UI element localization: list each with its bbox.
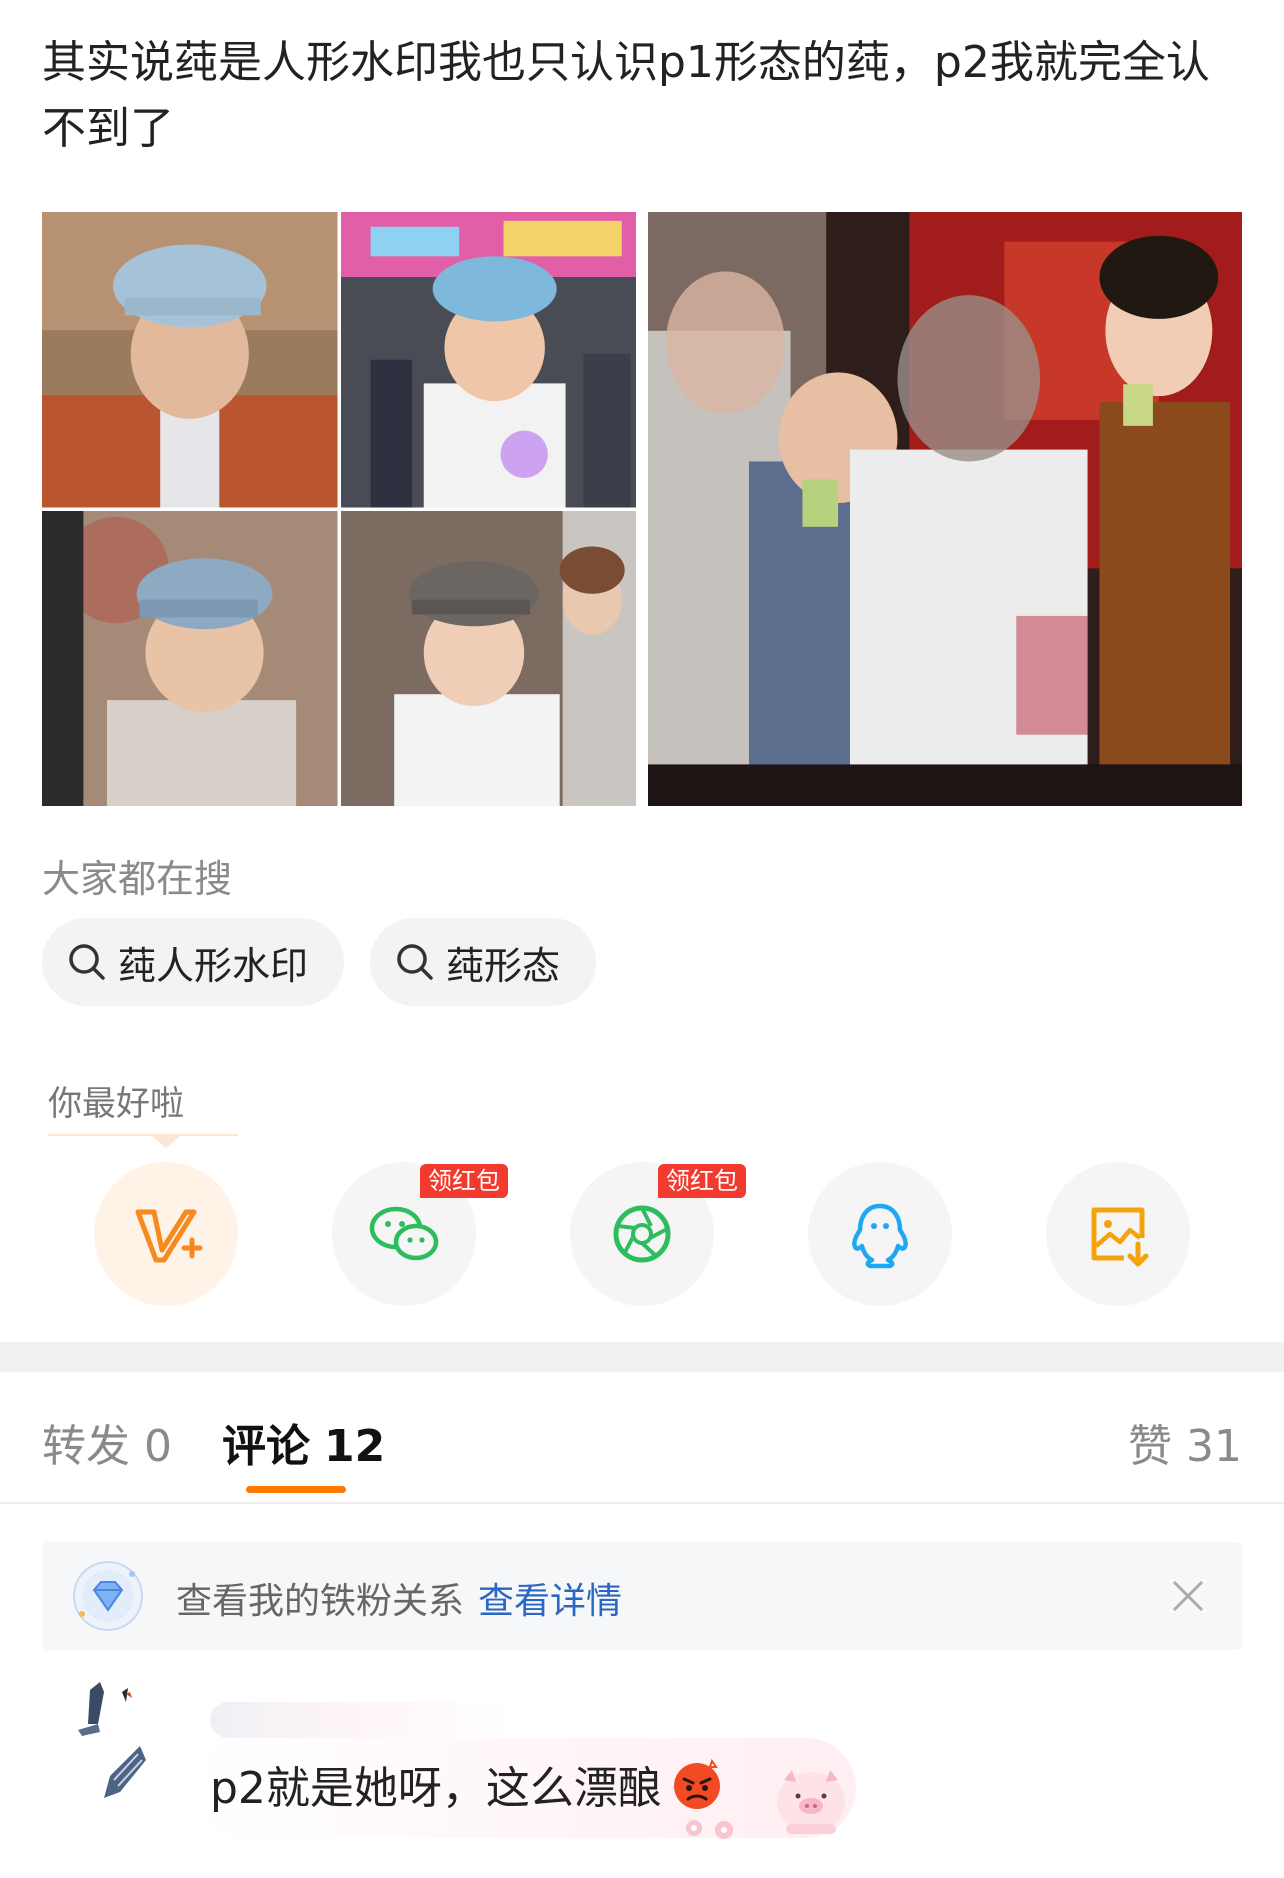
post-text: 其实说莼是人形水印我也只认识p1形态的莼，p2我就完全认不到了 xyxy=(42,37,1210,154)
section-separator xyxy=(0,1342,1284,1372)
tab-likes-label: 赞 xyxy=(1128,1421,1172,1472)
fan-relationship-bar[interactable]: 查看我的铁粉关系 查看详情 xyxy=(42,1542,1242,1650)
red-packet-badge: 领红包 xyxy=(658,1164,746,1198)
p1-collage-image[interactable] xyxy=(42,212,636,806)
comment-text: p2就是她呀，这么漂酿 xyxy=(210,1763,662,1814)
share-hint-underline xyxy=(48,1134,238,1136)
post-images xyxy=(42,212,1242,806)
trending-search-title: 大家都在搜 xyxy=(42,857,233,901)
tab-comments[interactable]: 评论 12 xyxy=(222,1410,385,1474)
avatar[interactable] xyxy=(70,1680,160,1808)
search-icon xyxy=(397,944,433,980)
collage-photo-1 xyxy=(42,212,338,508)
search-chips: 莼人形水印 莼形态 xyxy=(42,918,597,1006)
search-chip-label: 莼形态 xyxy=(446,943,561,988)
angry-emoji-icon xyxy=(673,1758,720,1809)
search-chip-2[interactable]: 莼形态 xyxy=(370,918,597,1006)
pig-sticker-icon xyxy=(777,1770,845,1834)
diamond-badge-icon xyxy=(73,1561,143,1631)
collage-photo-2 xyxy=(340,212,636,508)
share-hint-text: 你最好啦 xyxy=(48,1084,184,1124)
moments-share-button[interactable]: 领红包 xyxy=(570,1162,746,1306)
close-icon[interactable] xyxy=(1170,1578,1206,1614)
wechat-icon xyxy=(369,1206,439,1261)
interaction-tabs: 转发 0 评论 12 赞 31 xyxy=(42,1410,1242,1493)
search-chip-1[interactable]: 莼人形水印 xyxy=(42,918,345,1006)
save-image-icon xyxy=(1091,1207,1149,1267)
comment-item: p2就是她呀，这么漂酿 xyxy=(0,1672,1284,1878)
active-tab-indicator xyxy=(246,1486,346,1493)
wechat-share-button[interactable]: 领红包 xyxy=(332,1162,508,1306)
fan-relationship-label: 查看我的铁粉关系 xyxy=(176,1581,465,1622)
tab-likes[interactable]: 赞 31 xyxy=(1128,1410,1242,1474)
qq-share-button[interactable] xyxy=(808,1162,952,1306)
tab-comments-label: 评论 xyxy=(222,1421,310,1472)
weibo-plus-icon xyxy=(135,1209,203,1263)
search-chip-label: 莼人形水印 xyxy=(118,943,309,988)
comment-text-row: p2就是她呀，这么漂酿 xyxy=(210,1752,724,1816)
fan-relationship-text: 查看我的铁粉关系 查看详情 xyxy=(176,1572,622,1624)
blurred-username xyxy=(210,1702,510,1738)
moments-icon xyxy=(613,1205,671,1263)
tab-repost-count: 0 xyxy=(144,1421,172,1472)
red-packet-badge: 领红包 xyxy=(420,1164,508,1198)
weibo-repost-button[interactable] xyxy=(94,1162,238,1306)
qq-icon xyxy=(852,1203,908,1269)
tab-repost[interactable]: 转发 0 xyxy=(42,1410,172,1474)
view-details-link[interactable]: 查看详情 xyxy=(478,1581,622,1622)
share-row: 领红包 领红包 xyxy=(94,1162,1190,1306)
p2-bar-photo[interactable] xyxy=(648,212,1242,806)
collage-photo-4 xyxy=(340,510,636,806)
search-icon xyxy=(69,944,105,980)
tab-comments-count: 12 xyxy=(324,1421,386,1472)
tab-likes-count: 31 xyxy=(1186,1421,1242,1472)
save-image-button[interactable] xyxy=(1046,1162,1190,1306)
tabs-divider xyxy=(0,1502,1284,1504)
collage-photo-3 xyxy=(42,510,338,806)
share-hint-arrow xyxy=(152,1136,180,1148)
tab-repost-label: 转发 xyxy=(42,1421,130,1472)
flower-sticker-icon xyxy=(686,1820,733,1839)
